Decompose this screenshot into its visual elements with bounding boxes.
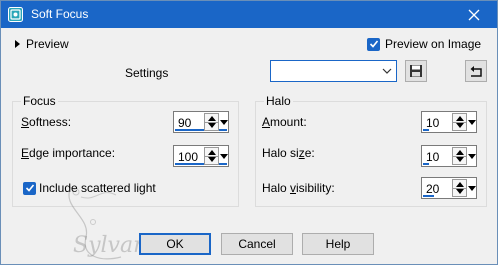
checkbox-checked-icon <box>367 37 380 51</box>
cancel-button-label: Cancel <box>238 237 276 251</box>
amount-spin-buttons[interactable] <box>452 113 467 131</box>
settings-combobox[interactable] <box>270 60 397 82</box>
expand-arrow-icon <box>15 40 20 48</box>
edge-dropdown-arrow[interactable] <box>220 147 228 165</box>
app-icon <box>8 7 23 22</box>
halo-size-value[interactable]: 10 <box>426 150 439 164</box>
softness-spin-buttons[interactable] <box>204 113 219 131</box>
include-scattered-light-label: Include scattered light <box>39 181 156 195</box>
halo-visibility-label: Halo visibility: <box>262 181 335 195</box>
preview-on-image-label: Preview on Image <box>385 37 482 51</box>
softness-value[interactable]: 90 <box>178 116 191 130</box>
halo-visibility-level-bar <box>423 195 434 197</box>
soft-focus-dialog: Soft Focus Preview Preview on Image Sett… <box>0 0 498 265</box>
edge-importance-value[interactable]: 100 <box>178 150 198 164</box>
halo-size-dropdown-arrow[interactable] <box>468 147 476 165</box>
softness-label-rest: oftness: <box>29 115 72 129</box>
halo-group-title: Halo <box>264 94 293 108</box>
halo-visibility-label-end: isibility: <box>296 181 335 195</box>
ok-button-label: OK <box>166 237 184 251</box>
softness-spinner[interactable]: 90 <box>173 111 229 133</box>
settings-label: Settings <box>125 66 169 80</box>
checkbox-checked-icon <box>23 181 36 195</box>
halo-visibility-spin-buttons[interactable] <box>452 179 467 197</box>
help-button-label: Help <box>325 237 351 251</box>
halo-size-label-end: e: <box>304 146 315 160</box>
softness-label: Softness: <box>21 115 72 129</box>
halo-visibility-dropdown-arrow[interactable] <box>468 179 476 197</box>
amount-value[interactable]: 10 <box>426 116 439 130</box>
close-button[interactable] <box>451 1 497 28</box>
halo-visibility-label-start: Halo <box>262 181 291 195</box>
window-title: Soft Focus <box>31 7 89 21</box>
amount-label-rest: mount: <box>270 115 307 129</box>
preview-on-image-checkbox[interactable]: Preview on Image <box>367 37 481 51</box>
help-button[interactable]: Help <box>302 233 374 255</box>
cancel-button[interactable]: Cancel <box>221 233 293 255</box>
chevron-down-icon <box>382 68 392 74</box>
amount-spinner[interactable]: 10 <box>421 111 477 133</box>
preview-toggle[interactable]: Preview <box>15 37 69 51</box>
amount-level-bar <box>423 129 429 131</box>
halo-size-label-start: Halo si <box>262 146 299 160</box>
title-bar[interactable]: Soft Focus <box>1 1 497 28</box>
include-scattered-light-checkbox[interactable]: Include scattered light <box>23 181 156 195</box>
reset-button[interactable] <box>465 60 487 82</box>
reset-icon <box>470 66 482 77</box>
edge-importance-label: Edge importance: <box>21 146 116 160</box>
edge-spin-buttons[interactable] <box>204 147 219 165</box>
ok-button[interactable]: OK <box>139 233 211 255</box>
amount-dropdown-arrow[interactable] <box>468 113 476 131</box>
close-icon <box>468 9 480 20</box>
edge-label-rest: dge importance: <box>29 146 116 160</box>
halo-visibility-value[interactable]: 20 <box>426 182 439 196</box>
halo-size-spinner[interactable]: 10 <box>421 145 477 167</box>
preview-label: Preview <box>26 37 69 51</box>
halo-size-label: Halo size: <box>262 146 315 160</box>
halo-visibility-spinner[interactable]: 20 <box>421 177 477 199</box>
amount-label: Amount: <box>262 115 307 129</box>
softness-dropdown-arrow[interactable] <box>220 113 228 131</box>
halo-size-spin-buttons[interactable] <box>452 147 467 165</box>
edge-importance-spinner[interactable]: 100 <box>173 145 229 167</box>
focus-group-title: Focus <box>21 94 58 108</box>
floppy-disk-icon <box>410 65 422 77</box>
halo-size-level-bar <box>423 163 429 165</box>
save-preset-button[interactable] <box>405 60 427 82</box>
